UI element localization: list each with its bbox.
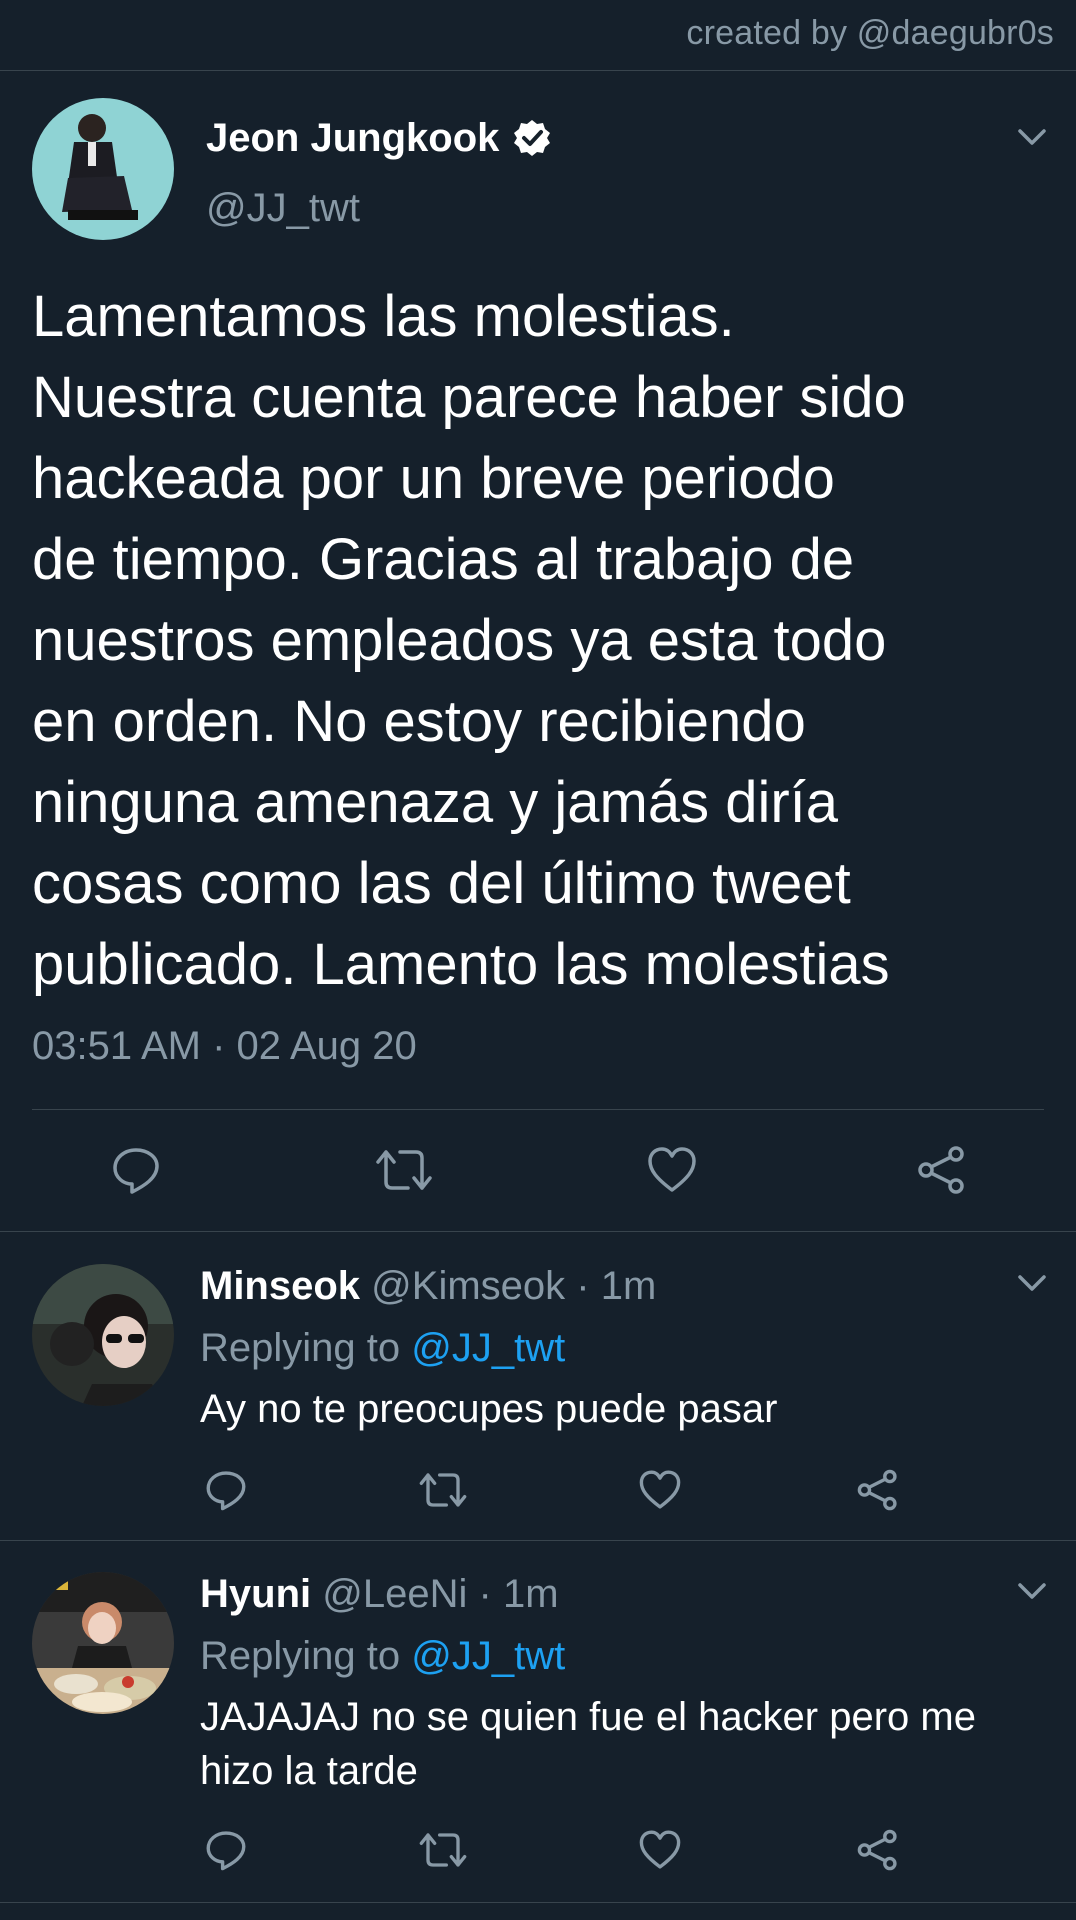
reply-author-name[interactable]: Hyuni <box>200 1572 311 1616</box>
replying-mention[interactable]: @JJ_twt <box>411 1326 565 1370</box>
author-handle[interactable]: @JJ_twt <box>206 186 360 231</box>
chevron-down-icon[interactable] <box>1016 1272 1048 1294</box>
reply-author-handle[interactable]: @LeeNi <box>322 1572 467 1616</box>
separator-dot: · <box>478 1572 492 1616</box>
separator-dot: · <box>576 1264 590 1308</box>
chevron-down-icon[interactable] <box>1016 126 1048 148</box>
replying-mention[interactable]: @JJ_twt <box>411 1634 565 1678</box>
reply-age: 1m <box>600 1264 657 1308</box>
share-icon[interactable] <box>916 1144 968 1196</box>
reply-icon[interactable] <box>204 1828 248 1872</box>
replying-to: Replying to @JJ_twt <box>200 1634 565 1679</box>
verified-badge-icon <box>514 120 550 156</box>
replying-label: Replying to <box>200 1634 401 1678</box>
chevron-down-icon[interactable] <box>1016 1580 1048 1602</box>
reply-age: 1m <box>502 1572 559 1616</box>
retweet-icon[interactable] <box>418 1828 468 1872</box>
reply-text: JAJAJAJ no se quien fue el hacker pero m… <box>200 1695 976 1793</box>
action-divider <box>32 1109 1044 1110</box>
like-icon[interactable] <box>638 1828 682 1872</box>
like-icon[interactable] <box>646 1144 698 1196</box>
section-divider <box>0 1540 1076 1541</box>
share-icon[interactable] <box>856 1828 900 1872</box>
reply-text: Ay no te preocupes puede pasar <box>200 1387 778 1431</box>
reply-author-name[interactable]: Minseok <box>200 1264 360 1308</box>
reply-avatar[interactable] <box>32 1264 174 1406</box>
author-avatar[interactable] <box>32 98 174 240</box>
section-divider <box>0 1231 1076 1232</box>
reply-avatar[interactable] <box>32 1572 174 1714</box>
retweet-icon[interactable] <box>374 1144 434 1196</box>
reply-author-handle[interactable]: @Kimseok <box>371 1264 565 1308</box>
tweet-timestamp[interactable]: 03:51 AM · 02 Aug 20 <box>32 1024 417 1069</box>
credit-watermark: created by @daegubr0s <box>686 14 1054 52</box>
replying-to: Replying to @JJ_twt <box>200 1326 565 1371</box>
like-icon[interactable] <box>638 1468 682 1512</box>
reply-icon[interactable] <box>204 1468 248 1512</box>
section-divider <box>0 1902 1076 1903</box>
replying-label: Replying to <box>200 1326 401 1370</box>
reply-icon[interactable] <box>110 1144 162 1196</box>
top-divider <box>0 70 1076 71</box>
reply-header: Hyuni @LeeNi · 1m <box>200 1572 559 1617</box>
retweet-icon[interactable] <box>418 1468 468 1512</box>
tweet-text: Lamentamos las molestias. Nuestra cuenta… <box>32 284 906 997</box>
share-icon[interactable] <box>856 1468 900 1512</box>
author-name[interactable]: Jeon Jungkook <box>206 116 499 161</box>
reply-header: Minseok @Kimseok · 1m <box>200 1264 656 1309</box>
